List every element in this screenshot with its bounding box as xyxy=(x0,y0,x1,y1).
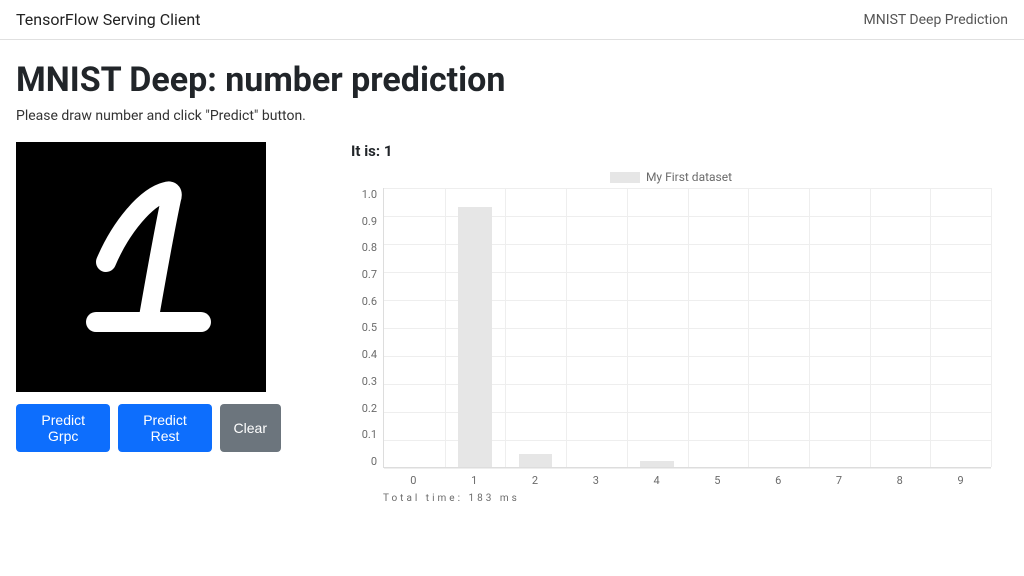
main-container: MNIST Deep: number prediction Please dra… xyxy=(0,40,1010,524)
gridline-v xyxy=(930,188,931,467)
drawing-canvas[interactable] xyxy=(16,142,266,392)
gridline-v xyxy=(445,188,446,467)
x-tick: 5 xyxy=(687,468,748,487)
x-tick: 9 xyxy=(930,468,991,487)
predict-rest-button[interactable]: Predict Rest xyxy=(118,404,211,452)
gridline-v xyxy=(870,188,871,467)
chart-bar xyxy=(640,461,673,467)
y-tick: 0.3 xyxy=(351,375,377,388)
y-tick: 0.2 xyxy=(351,402,377,415)
y-tick: 0.1 xyxy=(351,428,377,441)
result-label: It is: 1 xyxy=(351,142,994,160)
x-tick: 2 xyxy=(505,468,566,487)
chart-area: 1.0 0.9 0.8 0.7 0.6 0.5 0.4 0.3 0.2 0.1 0 xyxy=(351,188,991,468)
gridline-v xyxy=(627,188,628,467)
y-tick: 0.8 xyxy=(351,241,377,254)
chart-bar xyxy=(458,207,491,467)
button-row: Predict Grpc Predict Rest Clear xyxy=(16,404,281,452)
drawn-digit-icon xyxy=(51,167,231,367)
x-tick: 0 xyxy=(383,468,444,487)
nav-link-mnist[interactable]: MNIST Deep Prediction xyxy=(864,12,1008,28)
y-tick: 0.7 xyxy=(351,268,377,281)
brand-title[interactable]: TensorFlow Serving Client xyxy=(16,10,200,29)
result-value: 1 xyxy=(384,142,393,160)
x-tick: 1 xyxy=(444,468,505,487)
page-subtitle: Please draw number and click "Predict" b… xyxy=(16,108,994,124)
gridline-v xyxy=(566,188,567,467)
chart-legend[interactable]: My First dataset xyxy=(351,170,991,184)
y-tick: 0.5 xyxy=(351,321,377,334)
y-tick: 0.4 xyxy=(351,348,377,361)
x-axis: 0123456789 xyxy=(383,468,991,487)
draw-column: Predict Grpc Predict Rest Clear xyxy=(16,142,281,452)
page-title: MNIST Deep: number prediction xyxy=(16,60,994,100)
gridline-v xyxy=(688,188,689,467)
gridline-v xyxy=(809,188,810,467)
x-tick: 3 xyxy=(565,468,626,487)
predict-grpc-button[interactable]: Predict Grpc xyxy=(16,404,110,452)
chart-plot xyxy=(383,188,991,468)
y-tick: 1.0 xyxy=(351,188,377,201)
chart-bar xyxy=(519,454,552,467)
navbar: TensorFlow Serving Client MNIST Deep Pre… xyxy=(0,0,1024,40)
y-axis: 1.0 0.9 0.8 0.7 0.6 0.5 0.4 0.3 0.2 0.1 0 xyxy=(351,188,383,468)
clear-button[interactable]: Clear xyxy=(220,404,281,452)
result-prefix: It is: xyxy=(351,142,384,160)
x-tick: 8 xyxy=(869,468,930,487)
total-time-label: Total time: 183 ms xyxy=(383,493,991,504)
gridline-h xyxy=(384,468,991,469)
gridline-v xyxy=(991,188,992,467)
x-tick: 7 xyxy=(809,468,870,487)
x-tick: 4 xyxy=(626,468,687,487)
y-tick: 0.6 xyxy=(351,295,377,308)
y-tick: 0 xyxy=(351,455,377,468)
gridline-v xyxy=(505,188,506,467)
y-tick: 0.9 xyxy=(351,215,377,228)
legend-swatch-icon xyxy=(610,172,640,183)
legend-label: My First dataset xyxy=(646,170,732,184)
chart: My First dataset 1.0 0.9 0.8 0.7 0.6 0.5 0.4 0.… xyxy=(351,170,991,504)
result-column: It is: 1 My First dataset 1.0 0.9 0.8 0.7 0.… xyxy=(351,142,994,504)
x-tick: 6 xyxy=(748,468,809,487)
gridline-v xyxy=(748,188,749,467)
content-row: Predict Grpc Predict Rest Clear It is: 1… xyxy=(16,142,994,504)
